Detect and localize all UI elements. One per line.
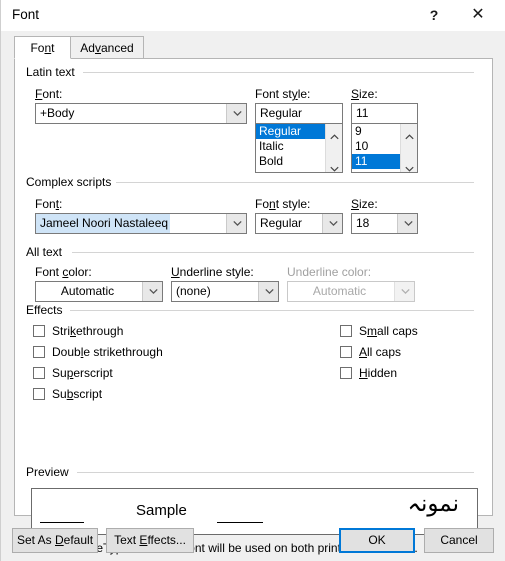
checkbox-label: All caps <box>359 345 402 359</box>
tab-advanced[interactable]: Advanced <box>70 36 144 59</box>
underline-color-label: Underline color: <box>287 265 372 279</box>
preview-complex-sample-text: نمونہ <box>407 491 459 517</box>
latin-size-label: Size: <box>351 87 378 101</box>
tab-font[interactable]: Font <box>14 36 71 59</box>
latin-size-items: 9 10 11 <box>352 124 400 172</box>
checkbox-box[interactable] <box>33 367 45 379</box>
checkbox-box[interactable] <box>33 388 45 400</box>
underline-style-combo[interactable]: (none) <box>171 281 279 302</box>
list-item[interactable]: 10 <box>352 139 400 154</box>
underline-style-value: (none) <box>176 284 211 298</box>
latin-font-label: Font: <box>35 87 63 101</box>
tab-font-label: Font <box>30 41 55 55</box>
title-bar: Font ? ✕ <box>1 0 505 31</box>
latin-size-field[interactable]: 11 <box>351 103 418 124</box>
ok-button[interactable]: OK <box>339 528 415 553</box>
text-effects-button[interactable]: Text Effects... <box>106 528 194 553</box>
scroll-up-icon[interactable] <box>326 124 342 140</box>
chevron-down-icon[interactable] <box>142 282 162 301</box>
complex-font-style-value: Regular <box>260 216 303 230</box>
latin-font-style-field[interactable]: Regular <box>255 103 343 124</box>
latin-font-style-scrollbar[interactable] <box>325 124 342 172</box>
chevron-down-icon[interactable] <box>397 214 417 233</box>
complex-size-value: 18 <box>356 216 370 230</box>
latin-size-value: 11 <box>356 106 369 120</box>
latin-font-value: +Body <box>40 106 75 120</box>
checkbox-label: Strikethrough <box>52 324 124 338</box>
checkbox-box[interactable] <box>33 325 45 337</box>
complex-scripts-group-label: Complex scripts <box>26 175 117 189</box>
preview-sample-text: Sample <box>136 502 187 519</box>
font-dialog: Font ? ✕ Font Advanced Latin text Font: … <box>0 0 505 561</box>
checkbox-label: Subscript <box>52 387 103 401</box>
preview-group-label: Preview <box>26 465 74 479</box>
complex-font-label: Font: <box>35 197 63 211</box>
list-item[interactable]: Regular <box>256 124 325 139</box>
list-item[interactable]: Italic <box>256 139 325 154</box>
chevron-down-icon[interactable] <box>226 104 246 123</box>
preview-group-line <box>77 472 474 473</box>
latin-text-group-line <box>83 72 474 73</box>
all-text-group-label: All text <box>26 245 68 259</box>
all-text-group-line <box>72 252 474 253</box>
latin-font-style-items: Regular Italic Bold <box>256 124 325 172</box>
latin-font-style-value: Regular <box>260 106 303 120</box>
font-color-value: Automatic <box>60 284 115 298</box>
checkbox-label: Small caps <box>359 324 418 338</box>
tab-advanced-label: Advanced <box>80 41 134 55</box>
effects-group-label: Effects <box>26 303 68 317</box>
complex-scripts-group-line <box>112 182 474 183</box>
cancel-button[interactable]: Cancel <box>424 528 494 553</box>
complex-font-style-label: Font style: <box>255 197 311 211</box>
font-color-combo[interactable]: Automatic <box>35 281 163 302</box>
chevron-down-icon[interactable] <box>258 282 278 301</box>
font-tab-panel: Latin text Font: +Body Font style: Regul… <box>14 58 493 555</box>
checkbox-box[interactable] <box>33 346 45 358</box>
close-icon[interactable]: ✕ <box>464 2 492 28</box>
latin-font-style-label: Font style: <box>255 87 311 101</box>
latin-font-style-list[interactable]: Regular Italic Bold <box>255 123 343 173</box>
checkbox-box[interactable] <box>340 367 352 379</box>
latin-text-group-label: Latin text <box>26 65 80 79</box>
dialog-title: Font <box>12 7 40 22</box>
preview-rule-right <box>217 522 263 523</box>
font-color-label: Font color: <box>35 265 92 279</box>
latin-size-scrollbar[interactable] <box>400 124 417 172</box>
underline-style-label: Underline style: <box>171 265 254 279</box>
checkbox-box[interactable] <box>340 325 352 337</box>
underline-color-value: Automatic <box>312 284 367 298</box>
tab-strip: Font Advanced <box>14 36 493 59</box>
checkbox-label: Double strikethrough <box>52 345 163 359</box>
help-icon[interactable]: ? <box>420 2 448 28</box>
complex-size-combo[interactable]: 18 <box>351 213 418 234</box>
effects-group-line <box>70 310 474 311</box>
underline-color-combo: Automatic <box>287 281 415 302</box>
scroll-up-icon[interactable] <box>401 124 417 140</box>
set-as-default-button[interactable]: Set As Default <box>12 528 98 553</box>
latin-font-combo[interactable]: +Body <box>35 103 247 124</box>
chevron-down-icon[interactable] <box>322 214 342 233</box>
checkbox-label: Superscript <box>52 366 113 380</box>
preview-rule-left <box>40 522 84 523</box>
complex-font-value: Jameel Noori Nastaleeq <box>36 214 171 233</box>
list-item[interactable]: 9 <box>352 124 400 139</box>
list-item[interactable]: Bold <box>256 154 325 169</box>
complex-size-label: Size: <box>351 197 378 211</box>
scroll-down-icon[interactable] <box>326 156 342 172</box>
list-item[interactable]: 11 <box>352 154 400 169</box>
latin-size-list[interactable]: 9 10 11 <box>351 123 418 173</box>
chevron-down-icon[interactable] <box>226 214 246 233</box>
complex-font-style-combo[interactable]: Regular <box>255 213 343 234</box>
scroll-down-icon[interactable] <box>401 156 417 172</box>
checkbox-label: Hidden <box>359 366 398 380</box>
checkbox-box[interactable] <box>340 346 352 358</box>
chevron-down-icon <box>394 282 414 301</box>
complex-font-combo[interactable]: Jameel Noori Nastaleeq <box>35 213 247 234</box>
